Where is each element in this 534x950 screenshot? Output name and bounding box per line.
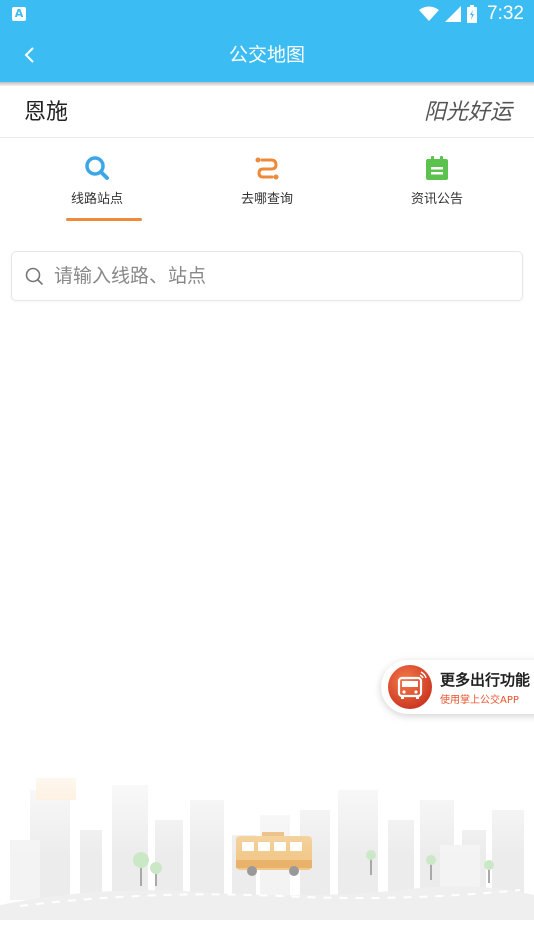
tab-lines-stations[interactable]: 线路站点 — [8, 138, 186, 228]
search-icon — [85, 156, 109, 180]
search-input[interactable] — [52, 252, 516, 300]
wifi-icon — [419, 6, 440, 21]
notice-icon — [426, 156, 448, 180]
status-bar: A 7:32 — [0, 0, 534, 28]
route-icon — [255, 157, 279, 180]
city-row: 恩施 阳光好运 — [0, 86, 534, 138]
tab-label: 去哪查询 — [240, 192, 293, 207]
tab-label: 线路站点 — [70, 192, 123, 207]
city-slogan: 阳光好运 — [423, 100, 512, 125]
tab-bar: 线路站点 去哪查询 资讯公告 — [0, 138, 534, 228]
cityscape-illustration — [0, 760, 534, 920]
promo-subtitle: 使用掌上公交APP — [440, 695, 519, 706]
city-name[interactable]: 恩施 — [24, 94, 68, 126]
tab-label: 资讯公告 — [410, 192, 463, 207]
active-tab-indicator — [66, 218, 142, 221]
search-icon — [25, 267, 43, 285]
battery-icon — [467, 5, 478, 23]
promo-title: 更多出行功能 — [440, 671, 531, 689]
bus-app-icon — [388, 665, 432, 709]
clock: 7:32 — [487, 3, 524, 24]
promo-more-features-button[interactable]: 更多出行功能 使用掌上公交APP — [381, 660, 534, 714]
tab-news-notices[interactable]: 资讯公告 — [348, 138, 526, 228]
page-title: 公交地图 — [228, 44, 305, 66]
system-icons: 7:32 — [419, 3, 524, 25]
search-box[interactable] — [11, 251, 523, 301]
app-bar: 公交地图 — [0, 28, 534, 82]
app-notification-icon: A — [12, 7, 26, 21]
tab-where-to[interactable]: 去哪查询 — [178, 138, 356, 228]
signal-icon — [445, 6, 462, 22]
